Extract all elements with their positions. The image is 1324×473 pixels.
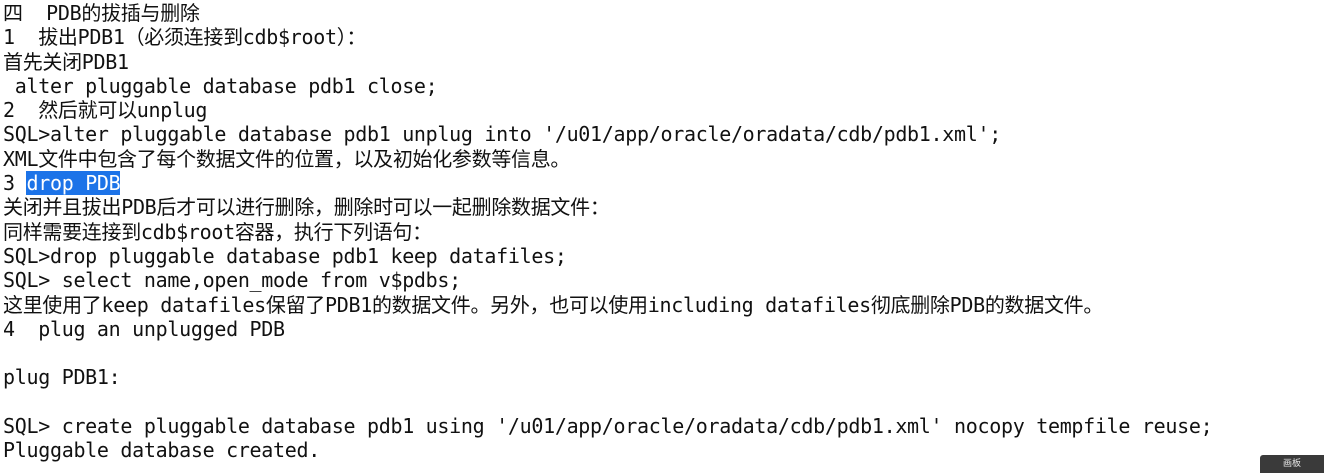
- selected-text[interactable]: drop PDB: [26, 171, 121, 196]
- code-line: SQL>drop pluggable database pdb1 keep da…: [3, 243, 567, 268]
- board-button[interactable]: 画板: [1260, 455, 1324, 473]
- code-line: SQL> create pluggable database pdb1 usin…: [3, 414, 1213, 439]
- text-line: 关闭并且拔出PDB后才可以进行删除，删除时可以一起删除数据文件：: [3, 195, 610, 220]
- step-3-prefix: 3: [3, 171, 27, 196]
- document-text[interactable]: 四 PDB的拔插与删除 1 拔出PDB1（必须连接到cdb$root）： 首先关…: [3, 1, 1321, 473]
- code-line: SQL> select name,open_mode from v$pdbs;: [3, 268, 461, 293]
- code-line: alter pluggable database pdb1 close;: [3, 73, 438, 98]
- text-line: 首先关闭PDB1: [3, 49, 129, 74]
- text-line: 这里使用了keep datafiles保留了PDB1的数据文件。另外，也可以使用…: [3, 292, 1104, 317]
- code-line: SQL>alter pluggable database pdb1 unplug…: [3, 122, 1001, 147]
- step-3-heading: 3 drop PDB: [3, 171, 1321, 196]
- text-line: XML文件中包含了每个数据文件的位置，以及初始化参数等信息。: [3, 146, 571, 171]
- text-line: plug PDB1:: [3, 365, 121, 390]
- step-4-heading: 4 plug an unplugged PDB: [3, 316, 285, 341]
- step-2-heading: 2 然后就可以unplug: [3, 98, 208, 123]
- text-line: 同样需要连接到cdb$root容器，执行下列语句：: [3, 219, 432, 244]
- heading-pdb-plug-delete: 四 PDB的拔插与删除: [3, 1, 200, 25]
- code-output-line: Pluggable database created.: [3, 438, 321, 463]
- step-1-heading: 1 拔出PDB1（必须连接到cdb$root）：: [3, 25, 367, 50]
